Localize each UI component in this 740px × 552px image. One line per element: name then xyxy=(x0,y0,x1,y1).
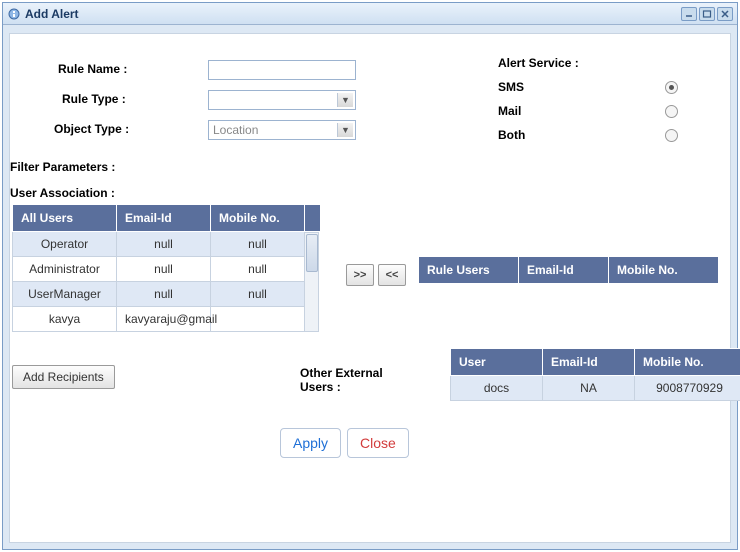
object-type-select[interactable]: Location ▼ xyxy=(208,120,356,140)
all-users-col-user[interactable]: All Users xyxy=(13,205,117,232)
both-radio[interactable] xyxy=(665,129,678,142)
cell-email: null xyxy=(117,232,211,257)
rule-users-col-email[interactable]: Email-Id xyxy=(519,257,609,284)
rule-name-input[interactable] xyxy=(208,60,356,80)
apply-button[interactable]: Apply xyxy=(280,428,341,458)
all-users-table: All Users Email-Id Mobile No. Operator n… xyxy=(12,204,305,332)
dialog-body: Rule Name : Rule Type : ▼ Object Type : … xyxy=(9,33,731,543)
rule-users-col-mobile[interactable]: Mobile No. xyxy=(609,257,719,284)
maximize-button[interactable] xyxy=(699,7,715,21)
table-header-row: User Email-Id Mobile No. xyxy=(451,349,740,376)
filter-parameters-heading: Filter Parameters : xyxy=(10,160,115,174)
all-users-scrollbar[interactable] xyxy=(305,232,319,332)
mail-radio[interactable] xyxy=(665,105,678,118)
window-title: Add Alert xyxy=(25,7,681,21)
cell-email: NA xyxy=(543,376,635,401)
window-icon xyxy=(7,7,21,21)
chevron-down-icon: ▼ xyxy=(337,93,353,107)
external-col-user[interactable]: User xyxy=(451,349,543,376)
cell-email: null xyxy=(117,282,211,307)
cell-mobile: null xyxy=(211,232,305,257)
rule-users-table: Rule Users Email-Id Mobile No. xyxy=(418,256,719,284)
object-type-label: Object Type : xyxy=(54,122,129,136)
cell-email: kavyaraju@gmail xyxy=(117,307,211,332)
rule-name-label: Rule Name : xyxy=(58,62,127,76)
alert-service-label: Alert Service : xyxy=(498,56,579,70)
scroll-thumb[interactable] xyxy=(306,234,318,272)
external-col-email[interactable]: Email-Id xyxy=(543,349,635,376)
rule-users-col-user[interactable]: Rule Users xyxy=(419,257,519,284)
sms-radio[interactable] xyxy=(665,81,678,94)
add-recipients-button[interactable]: Add Recipients xyxy=(12,365,115,389)
all-users-col-email[interactable]: Email-Id xyxy=(117,205,211,232)
user-association-heading: User Association : xyxy=(10,186,115,200)
cell-user: Administrator xyxy=(13,257,117,282)
table-row[interactable]: kavya kavyaraju@gmail xyxy=(13,307,305,332)
table-row[interactable]: UserManager null null xyxy=(13,282,305,307)
cell-user: UserManager xyxy=(13,282,117,307)
close-window-button[interactable] xyxy=(717,7,733,21)
table-row[interactable]: docs NA 9008770929 xyxy=(451,376,740,401)
move-left-button[interactable]: << xyxy=(378,264,406,286)
object-type-value: Location xyxy=(213,123,258,137)
minimize-button[interactable] xyxy=(681,7,697,21)
mail-label: Mail xyxy=(498,104,521,118)
table-row[interactable]: Operator null null xyxy=(13,232,305,257)
cell-user: docs xyxy=(451,376,543,401)
sms-label: SMS xyxy=(498,80,524,94)
both-label: Both xyxy=(498,128,525,142)
all-users-col-mobile[interactable]: Mobile No. xyxy=(211,205,305,232)
rule-type-label: Rule Type : xyxy=(62,92,126,106)
add-alert-window: Add Alert Rule Name : Rule Type : xyxy=(2,2,738,550)
chevron-down-icon: ▼ xyxy=(337,123,353,137)
cell-mobile: 9008770929 xyxy=(635,376,740,401)
external-users-table: User Email-Id Mobile No. docs NA 9008770… xyxy=(450,348,740,401)
cell-mobile: null xyxy=(211,282,305,307)
cell-user: Operator xyxy=(13,232,117,257)
close-button[interactable]: Close xyxy=(347,428,409,458)
move-right-button[interactable]: >> xyxy=(346,264,374,286)
cell-email: null xyxy=(117,257,211,282)
other-external-users-label: Other External Users : xyxy=(300,366,400,394)
table-header-row: Rule Users Email-Id Mobile No. xyxy=(419,257,719,284)
titlebar: Add Alert xyxy=(3,3,737,25)
external-col-mobile[interactable]: Mobile No. xyxy=(635,349,740,376)
table-header-row: All Users Email-Id Mobile No. xyxy=(13,205,305,232)
cell-user: kavya xyxy=(13,307,117,332)
cell-mobile: null xyxy=(211,257,305,282)
table-row[interactable]: Administrator null null xyxy=(13,257,305,282)
cell-mobile xyxy=(211,307,305,332)
rule-type-select[interactable]: ▼ xyxy=(208,90,356,110)
